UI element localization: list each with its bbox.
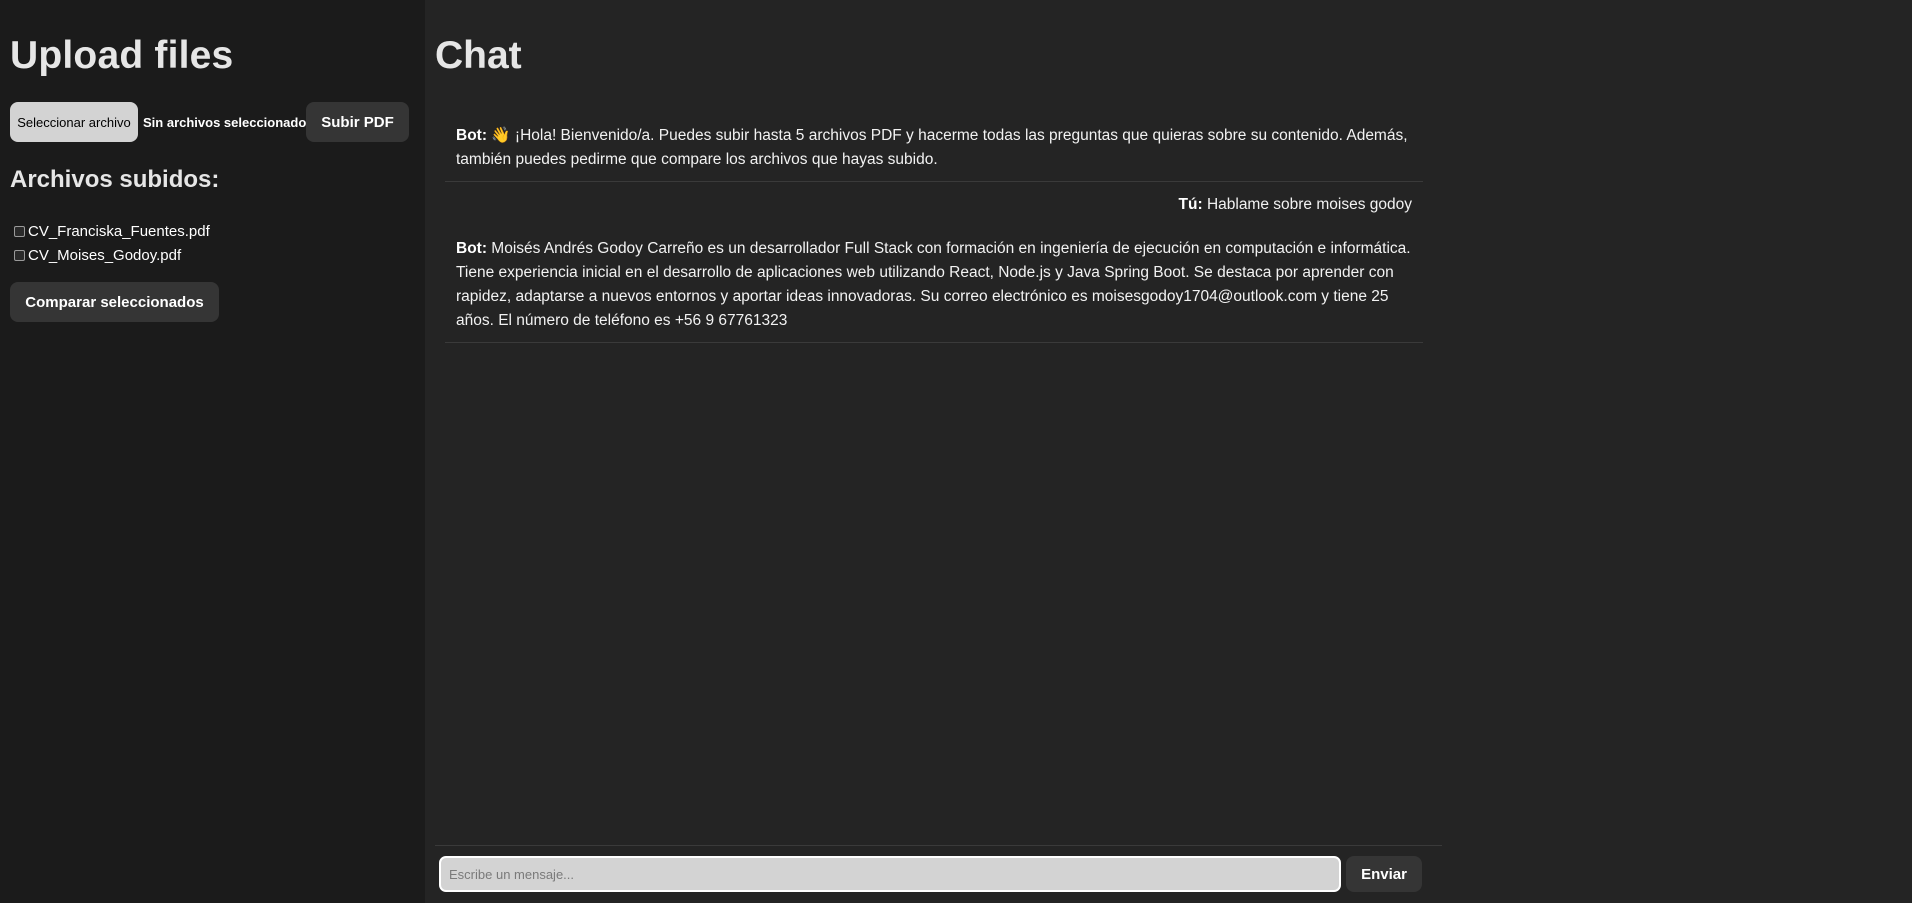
chat-panel: Chat Bot: 👋 ¡Hola! Bienvenido/a. Puedes … xyxy=(425,0,1912,903)
chat-title: Chat xyxy=(435,34,522,77)
file-list-item: CV_Franciska_Fuentes.pdf xyxy=(14,219,210,243)
message-text: 👋 ¡Hola! Bienvenido/a. Puedes subir hast… xyxy=(456,127,1408,168)
file-name: CV_Franciska_Fuentes.pdf xyxy=(28,222,210,240)
upload-title: Upload files xyxy=(10,34,234,77)
app-root: Upload files Seleccionar archivo Sin arc… xyxy=(0,0,1912,903)
uploaded-file-list: CV_Franciska_Fuentes.pdf CV_Moises_Godoy… xyxy=(14,219,210,267)
message-composer: Enviar xyxy=(435,845,1442,903)
message-sender: Tú: xyxy=(1178,196,1207,213)
message-sender: Bot: xyxy=(456,127,492,144)
compare-selected-button[interactable]: Comparar seleccionados xyxy=(10,282,219,322)
upload-sidebar: Upload files Seleccionar archivo Sin arc… xyxy=(0,0,425,903)
file-status-text: Sin archivos seleccionados xyxy=(143,114,314,130)
upload-row: Seleccionar archivo Sin archivos selecci… xyxy=(10,102,409,142)
uploaded-files-title: Archivos subidos: xyxy=(10,166,220,193)
message-text: Moisés Andrés Godoy Carreño es un desarr… xyxy=(456,240,1411,329)
message-text: Hablame sobre moises godoy xyxy=(1206,196,1412,213)
send-button[interactable]: Enviar xyxy=(1346,856,1422,892)
upload-pdf-button[interactable]: Subir PDF xyxy=(306,102,409,142)
select-file-button[interactable]: Seleccionar archivo xyxy=(10,102,138,142)
message-input[interactable] xyxy=(439,856,1341,892)
file-name: CV_Moises_Godoy.pdf xyxy=(28,246,182,264)
file-list-item: CV_Moises_Godoy.pdf xyxy=(14,243,210,267)
file-checkbox[interactable] xyxy=(14,249,25,261)
message-list: Bot: 👋 ¡Hola! Bienvenido/a. Puedes subir… xyxy=(445,115,1423,343)
bot-message: Bot: 👋 ¡Hola! Bienvenido/a. Puedes subir… xyxy=(445,115,1423,182)
file-checkbox[interactable] xyxy=(14,225,25,237)
message-sender: Bot: xyxy=(456,240,492,257)
user-message: Tú: Hablame sobre moises godoy xyxy=(445,182,1423,228)
bot-message: Bot: Moisés Andrés Godoy Carreño es un d… xyxy=(445,228,1423,343)
